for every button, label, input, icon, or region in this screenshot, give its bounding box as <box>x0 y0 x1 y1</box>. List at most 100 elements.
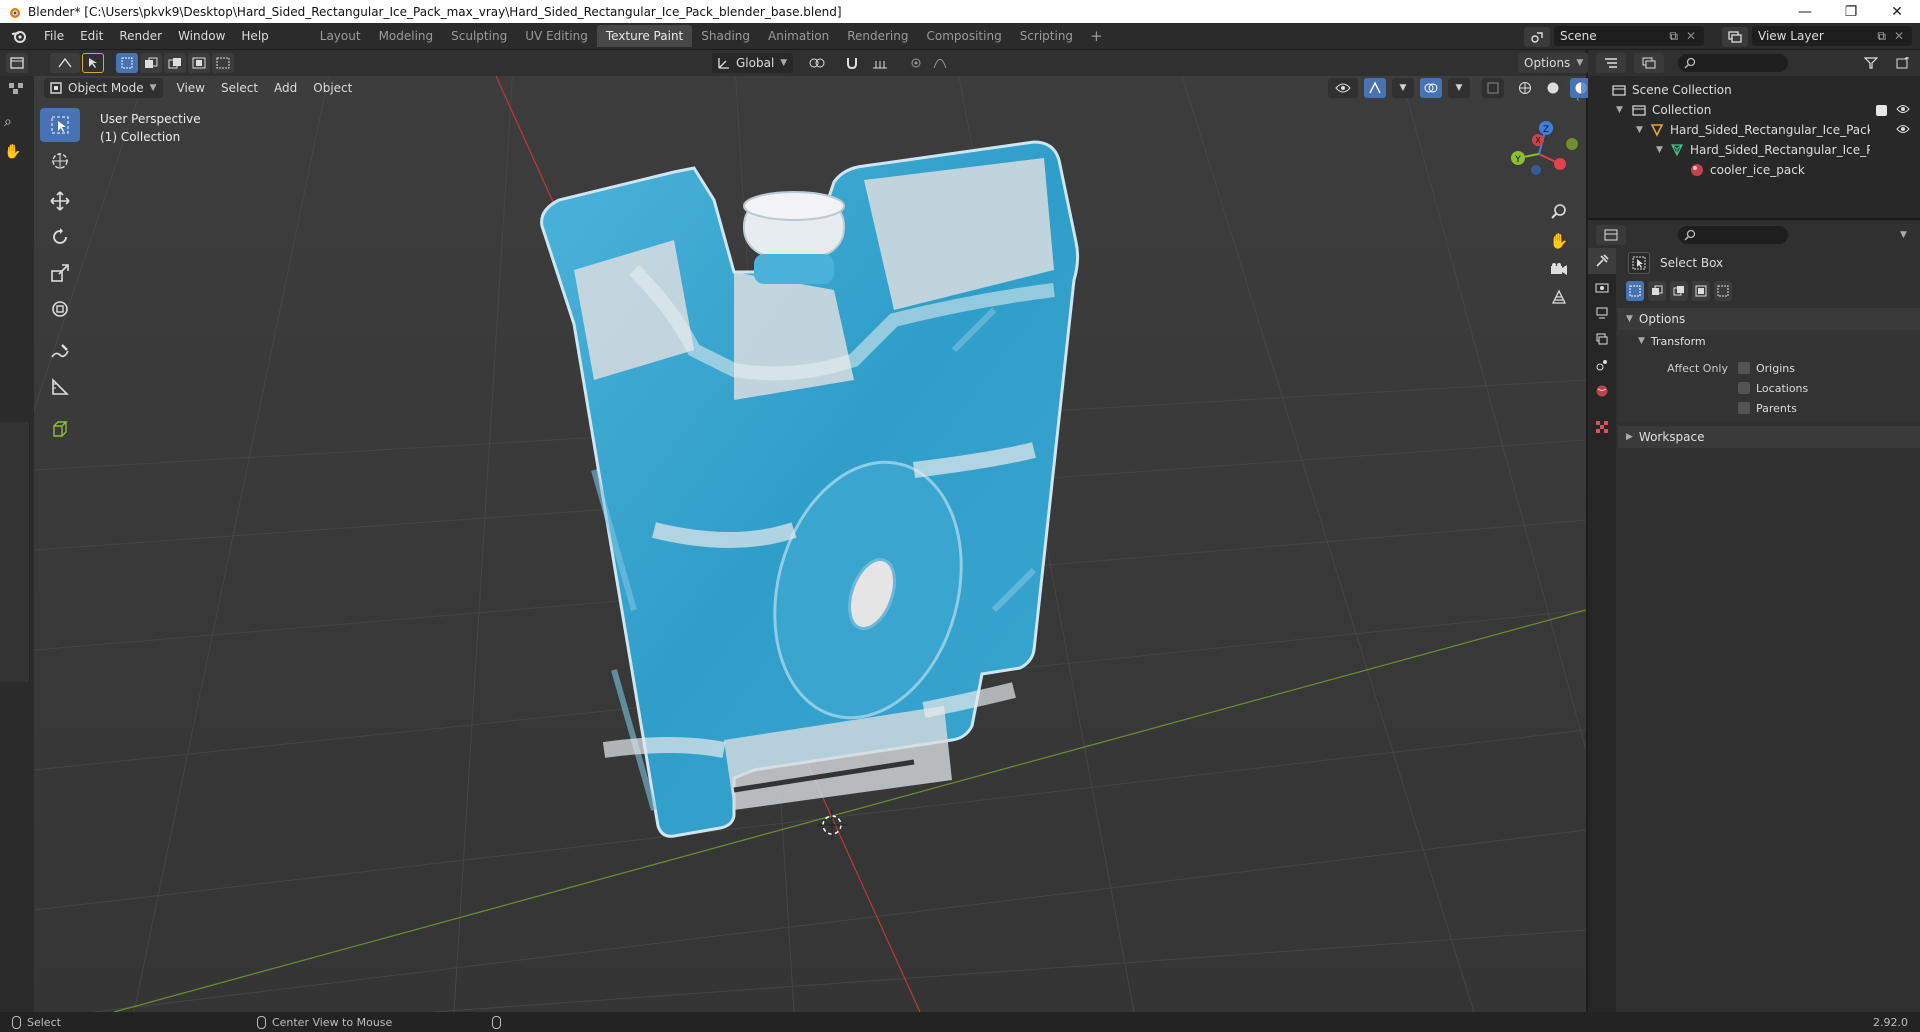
mode-invert-icon[interactable] <box>1692 281 1710 301</box>
mode-subtract-icon[interactable] <box>1670 281 1688 301</box>
object-visibility-icon[interactable] <box>1896 123 1910 137</box>
expand-object-icon[interactable]: ▼ <box>1636 125 1648 135</box>
tab-view-layer-icon[interactable] <box>1588 326 1616 352</box>
view-layer-type-icon[interactable] <box>1722 27 1748 47</box>
properties-editor-type-icon[interactable] <box>1596 225 1626 245</box>
proportional-edit-icon[interactable] <box>905 53 928 73</box>
select-box-tool-icon[interactable] <box>40 108 80 142</box>
transform-orientation-dropdown[interactable]: Global ▼ <box>712 53 794 73</box>
menu-view[interactable]: View <box>169 78 213 98</box>
tab-output-icon[interactable] <box>1588 300 1616 326</box>
transform-subsection-header[interactable]: ▼ Transform <box>1618 330 1920 352</box>
editor-type-button[interactable] <box>6 53 28 73</box>
menu-edit[interactable]: Edit <box>72 26 111 46</box>
mode-dropdown[interactable]: Object Mode ▼ <box>44 78 163 98</box>
minimize-button[interactable]: — <box>1782 0 1828 23</box>
menu-window[interactable]: Window <box>170 26 233 46</box>
wireframe-shading-icon[interactable] <box>1514 78 1536 98</box>
tab-uv-editing[interactable]: UV Editing <box>516 25 597 47</box>
overlay-toggle-icon[interactable] <box>1420 78 1442 98</box>
close-button[interactable]: ✕ <box>1874 0 1920 23</box>
scene-type-icon[interactable] <box>1524 27 1550 47</box>
select-subtract-icon[interactable] <box>164 53 186 73</box>
pan-side-icon[interactable]: ✋ <box>4 144 28 166</box>
new-collection-icon[interactable] <box>1892 53 1914 73</box>
tab-texture-paint[interactable]: Texture Paint <box>596 25 693 47</box>
tab-world-icon[interactable] <box>1588 378 1616 404</box>
cursor-tool-icon[interactable] <box>40 144 80 178</box>
annotate-tool-icon[interactable] <box>40 334 80 368</box>
expand-collection-icon[interactable]: ▼ <box>1616 105 1628 115</box>
add-cube-tool-icon[interactable] <box>40 412 80 446</box>
properties-search-input[interactable] <box>1678 226 1788 244</box>
3d-viewport[interactable]: Z Y X ✋ ‹ <box>34 50 1586 1012</box>
solid-shading-icon[interactable] <box>1542 78 1564 98</box>
outliner-editor-type-icon[interactable] <box>1596 53 1626 73</box>
options-section-header[interactable]: ▼ Options <box>1618 308 1920 330</box>
measure-tool-icon[interactable] <box>40 370 80 404</box>
menu-help[interactable]: Help <box>233 26 276 46</box>
filter-icon[interactable] <box>1856 53 1886 73</box>
rotate-tool-icon[interactable] <box>40 220 80 254</box>
tab-shading[interactable]: Shading <box>692 25 759 47</box>
view-layer-close-icon[interactable]: ✕ <box>1894 29 1904 43</box>
pan-hand-icon[interactable]: ✋ <box>1546 228 1572 254</box>
tree-object[interactable]: ▼ Hard_Sided_Rectangular_Ice_Pack_obj_t <box>1588 120 1920 140</box>
pivot-point-icon[interactable] <box>801 53 834 73</box>
mode-new-icon[interactable] <box>1626 281 1644 301</box>
tree-scene-collection[interactable]: Scene Collection <box>1588 80 1920 100</box>
snap-toggle-icon[interactable] <box>841 53 864 73</box>
xray-toggle-icon[interactable] <box>1482 78 1504 98</box>
display-mode-icon[interactable] <box>1634 53 1664 73</box>
checker-icon[interactable] <box>6 80 28 100</box>
collection-exclude-checkbox[interactable] <box>1876 104 1887 116</box>
tab-texture-icon[interactable] <box>1588 414 1616 440</box>
view-layer-selector[interactable]: View Layer ⧉ ✕ <box>1752 26 1912 46</box>
tab-modeling[interactable]: Modeling <box>370 25 443 47</box>
scene-close-icon[interactable]: ✕ <box>1686 29 1696 43</box>
mode-intersect-icon[interactable] <box>1714 281 1732 301</box>
tab-rendering[interactable]: Rendering <box>838 25 917 47</box>
tab-animation[interactable]: Animation <box>759 25 838 47</box>
maximize-button[interactable]: ❐ <box>1828 0 1874 23</box>
tree-mesh-data[interactable]: ▼ Hard_Sided_Rectangular_Ice_Pack_c <box>1588 140 1920 160</box>
visibility-eye-icon[interactable] <box>1328 78 1358 98</box>
mode-extend-icon[interactable] <box>1648 281 1666 301</box>
menu-select[interactable]: Select <box>213 78 266 98</box>
options-dropdown[interactable]: Options ▼ <box>1518 53 1590 73</box>
overlay-dropdown-icon[interactable]: ▼ <box>1448 78 1470 98</box>
zoom-side-icon[interactable]: ⌕ <box>4 114 28 136</box>
expand-mesh-icon[interactable]: ▼ <box>1656 145 1668 155</box>
select-new-icon[interactable] <box>116 53 138 73</box>
camera-view-icon[interactable] <box>1546 256 1572 282</box>
menu-render[interactable]: Render <box>111 26 170 46</box>
tab-compositing[interactable]: Compositing <box>917 25 1010 47</box>
tab-scene-icon[interactable] <box>1588 352 1616 378</box>
tab-sculpting[interactable]: Sculpting <box>442 25 516 47</box>
tree-collection[interactable]: ▼ Collection <box>1588 100 1920 120</box>
tab-render-icon[interactable] <box>1588 274 1616 300</box>
tab-scripting[interactable]: Scripting <box>1011 25 1082 47</box>
outliner-search-input[interactable] <box>1678 54 1788 72</box>
transform-tool-icon[interactable] <box>40 292 80 326</box>
tweak-tool-icon[interactable] <box>82 53 104 73</box>
menu-add[interactable]: Add <box>266 78 305 98</box>
chevron-down-icon[interactable]: ▼ <box>1900 230 1907 240</box>
move-tool-icon[interactable] <box>40 184 80 218</box>
menu-object[interactable]: Object <box>305 78 360 98</box>
locations-checkbox[interactable] <box>1738 382 1750 394</box>
view-layer-copy-icon[interactable]: ⧉ <box>1877 29 1886 44</box>
tab-layout[interactable]: Layout <box>311 25 370 47</box>
falloff-icon[interactable] <box>929 53 952 73</box>
gizmo-dropdown-icon[interactable]: ▼ <box>1392 78 1414 98</box>
tab-tool-icon[interactable] <box>1588 248 1616 274</box>
menu-file[interactable]: File <box>36 26 72 46</box>
side-scroll-region[interactable] <box>0 422 30 682</box>
select-extend-icon[interactable] <box>140 53 162 73</box>
select-intersect-icon[interactable] <box>212 53 234 73</box>
select-mode-dropdown[interactable] <box>50 53 80 73</box>
scale-tool-icon[interactable] <box>40 256 80 290</box>
select-invert-icon[interactable] <box>188 53 210 73</box>
scene-copy-icon[interactable]: ⧉ <box>1669 29 1678 44</box>
workspace-section-header[interactable]: ▶ Workspace <box>1618 426 1920 448</box>
